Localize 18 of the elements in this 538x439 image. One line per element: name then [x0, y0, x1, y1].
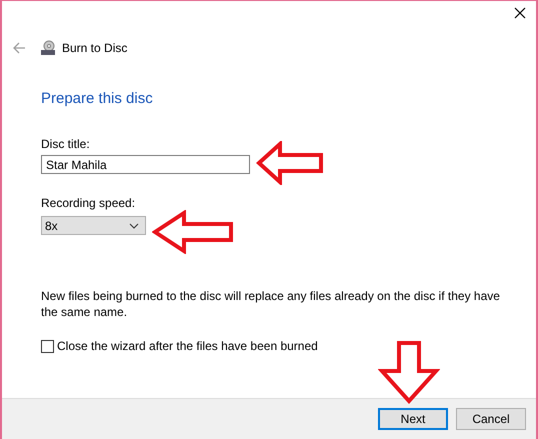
annotation-arrow-icon: [256, 141, 326, 185]
annotation-arrow-icon: [152, 210, 236, 254]
recording-speed-dropdown[interactable]: 8x: [41, 216, 146, 235]
window-title: Burn to Disc: [62, 41, 128, 55]
field-label: Recording speed:: [41, 196, 136, 210]
page-heading: Prepare this disc: [41, 90, 154, 107]
checkbox[interactable]: [41, 340, 54, 352]
field-label: Disc title:: [41, 137, 90, 151]
checkbox-label[interactable]: Close the wizard after the files have been burned: [57, 339, 318, 353]
chevron-icon: [129, 222, 139, 228]
info-text: New files being burned to the disc will replace any files already on the disc if they have the same name.: [41, 288, 501, 320]
disc-drive-icon: [40, 40, 56, 56]
dialog-button[interactable]: Cancel: [456, 408, 526, 430]
disc-title-field[interactable]: Star Mahila: [41, 155, 250, 174]
annotation-arrow-icon: [378, 340, 440, 404]
dialog-button[interactable]: Next: [378, 408, 448, 430]
back-arrow-icon[interactable]: [12, 42, 26, 54]
close-icon[interactable]: [514, 7, 526, 19]
